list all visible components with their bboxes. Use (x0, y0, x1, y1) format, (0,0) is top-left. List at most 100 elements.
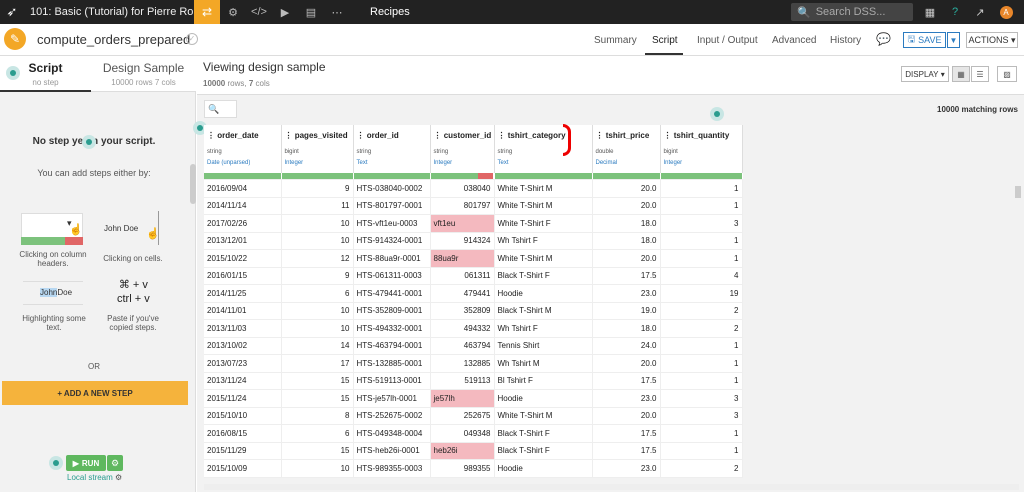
table-cell[interactable]: 2013/12/01 (204, 232, 282, 250)
table-cell[interactable]: Wh Tshirt F (494, 232, 593, 250)
column-meaning[interactable]: Integer (434, 160, 494, 166)
save-button[interactable]: 🖫 SAVE (903, 32, 946, 48)
column-header-order-id[interactable]: ⋮ order_id string Text (353, 125, 431, 173)
column-header-tshirt-price[interactable]: ⋮ tshirt_price double Decimal (592, 125, 661, 173)
grid-search-input[interactable]: 🔍 (204, 100, 237, 118)
column-header-tshirt-category[interactable]: ⋮ tshirt_category string Text (494, 125, 593, 173)
table-cell[interactable]: 17.5 (592, 424, 661, 443)
tab-script[interactable]: Script (652, 35, 678, 46)
table-cell[interactable]: 10 (281, 459, 354, 478)
table-cell[interactable]: 2 (660, 302, 743, 320)
table-cell[interactable]: Black T-Shirt M (494, 302, 593, 320)
code-icon[interactable]: </> (246, 0, 272, 24)
table-cell[interactable]: 494332 (430, 319, 495, 338)
table-cell[interactable]: HTS-132885-0001 (353, 354, 431, 373)
table-cell[interactable]: HTS-88ua9r-0001 (353, 249, 431, 268)
table-cell[interactable]: 2014/11/14 (204, 197, 282, 215)
table-cell[interactable]: 1 (660, 424, 743, 443)
table-cell[interactable]: 049348 (430, 424, 495, 443)
list-view-icon[interactable]: ☰ (971, 66, 989, 82)
table-cell[interactable]: HTS-989355-0003 (353, 459, 431, 478)
run-icon[interactable]: ▶ (272, 0, 298, 24)
table-cell[interactable]: 23.0 (592, 459, 661, 478)
table-cell[interactable]: 18.0 (592, 214, 661, 233)
table-cell[interactable]: 10 (281, 302, 354, 320)
table-cell[interactable]: Hoodie (494, 284, 593, 303)
table-cell[interactable]: HTS-494332-0001 (353, 319, 431, 338)
column-meaning[interactable]: Decimal (596, 160, 660, 166)
global-search-input[interactable]: 🔍 Search DSS... (791, 3, 913, 21)
column-meaning[interactable]: Integer (285, 160, 353, 166)
column-header-pages-visited[interactable]: ⋮ pages_visited bigint Integer (281, 125, 354, 173)
help-icon[interactable]: ? (945, 0, 965, 24)
add-new-step-button[interactable]: + ADD A NEW STEP (2, 381, 188, 405)
table-cell[interactable]: 989355 (430, 459, 495, 478)
table-cell[interactable]: 9 (281, 267, 354, 285)
column-meaning[interactable]: Integer (664, 160, 742, 166)
table-view-icon[interactable]: ▦ (952, 66, 970, 82)
project-title[interactable]: 101: Basic (Tutorial) for Pierre Ro... (24, 6, 194, 18)
tutorial-hotspot[interactable] (710, 107, 724, 121)
table-cell[interactable]: 801797 (430, 197, 495, 215)
tab-design-sample[interactable]: Design Sample 10000 rows 7 cols (91, 56, 196, 92)
table-cell[interactable]: HTS-heb26i-0001 (353, 442, 431, 460)
table-cell[interactable]: 132885 (430, 354, 495, 373)
table-cell[interactable]: HTS-vft1eu-0003 (353, 214, 431, 233)
table-cell[interactable]: 10 (281, 232, 354, 250)
table-cell[interactable]: Tennis Shirt (494, 337, 593, 355)
column-header-order-date[interactable]: ⋮ order_date string Date (unparsed) (204, 125, 282, 173)
table-cell[interactable]: je57lh (430, 389, 495, 408)
table-cell[interactable]: 1 (660, 337, 743, 355)
table-cell[interactable]: 15 (281, 372, 354, 390)
table-cell[interactable]: HTS-914324-0001 (353, 232, 431, 250)
table-cell[interactable]: 2016/09/04 (204, 179, 282, 198)
table-cell[interactable]: 2014/11/25 (204, 284, 282, 303)
table-cell[interactable]: Wh Tshirt M (494, 354, 593, 373)
table-cell[interactable]: 2013/11/03 (204, 319, 282, 338)
table-cell[interactable]: 12 (281, 249, 354, 268)
table-cell[interactable]: Wh Tshirt F (494, 319, 593, 338)
tutorial-hotspot[interactable] (6, 66, 20, 80)
table-cell[interactable]: 17.5 (592, 372, 661, 390)
code-icon-gear[interactable]: ⚙ (220, 0, 246, 24)
table-cell[interactable]: 23.0 (592, 284, 661, 303)
table-cell[interactable]: 2015/11/24 (204, 389, 282, 408)
table-cell[interactable]: 15 (281, 389, 354, 408)
menu-icon[interactable]: ⋯ (324, 0, 350, 24)
table-cell[interactable]: 10 (281, 214, 354, 233)
table-cell[interactable]: 4 (660, 267, 743, 285)
table-cell[interactable]: 038040 (430, 179, 495, 198)
table-cell[interactable]: 2017/02/26 (204, 214, 282, 233)
table-cell[interactable]: 19 (660, 284, 743, 303)
table-cell[interactable]: 24.0 (592, 337, 661, 355)
grid-vertical-scrollbar[interactable] (1015, 186, 1021, 198)
run-button[interactable]: ▶ RUN (66, 455, 106, 471)
table-cell[interactable]: 519113 (430, 372, 495, 390)
validity-bar[interactable] (430, 173, 495, 180)
table-cell[interactable]: 914324 (430, 232, 495, 250)
column-meaning[interactable]: Date (unparsed) (207, 160, 281, 166)
table-cell[interactable]: HTS-061311-0003 (353, 267, 431, 285)
table-cell[interactable]: 18.0 (592, 232, 661, 250)
table-cell[interactable]: 1 (660, 442, 743, 460)
table-cell[interactable]: Hoodie (494, 459, 593, 478)
table-cell[interactable]: 479441 (430, 284, 495, 303)
table-cell[interactable]: HTS-801797-0001 (353, 197, 431, 215)
table-cell[interactable]: 14 (281, 337, 354, 355)
table-cell[interactable]: 2013/11/24 (204, 372, 282, 390)
table-cell[interactable]: 11 (281, 197, 354, 215)
table-cell[interactable]: HTS-463794-0001 (353, 337, 431, 355)
table-cell[interactable]: 252675 (430, 407, 495, 425)
table-cell[interactable]: 3 (660, 389, 743, 408)
table-cell[interactable]: Bl Tshirt F (494, 372, 593, 390)
table-cell[interactable]: 6 (281, 284, 354, 303)
apps-grid-icon[interactable]: ▦ (920, 0, 940, 24)
table-cell[interactable]: 2015/11/29 (204, 442, 282, 460)
table-cell[interactable]: 3 (660, 407, 743, 425)
table-cell[interactable]: Black T-Shirt F (494, 267, 593, 285)
table-cell[interactable]: HTS-352809-0001 (353, 302, 431, 320)
table-cell[interactable]: 9 (281, 179, 354, 198)
table-cell[interactable]: 15 (281, 442, 354, 460)
table-cell[interactable]: 2016/08/15 (204, 424, 282, 443)
actions-button[interactable]: ACTIONS ▾ (966, 32, 1018, 48)
